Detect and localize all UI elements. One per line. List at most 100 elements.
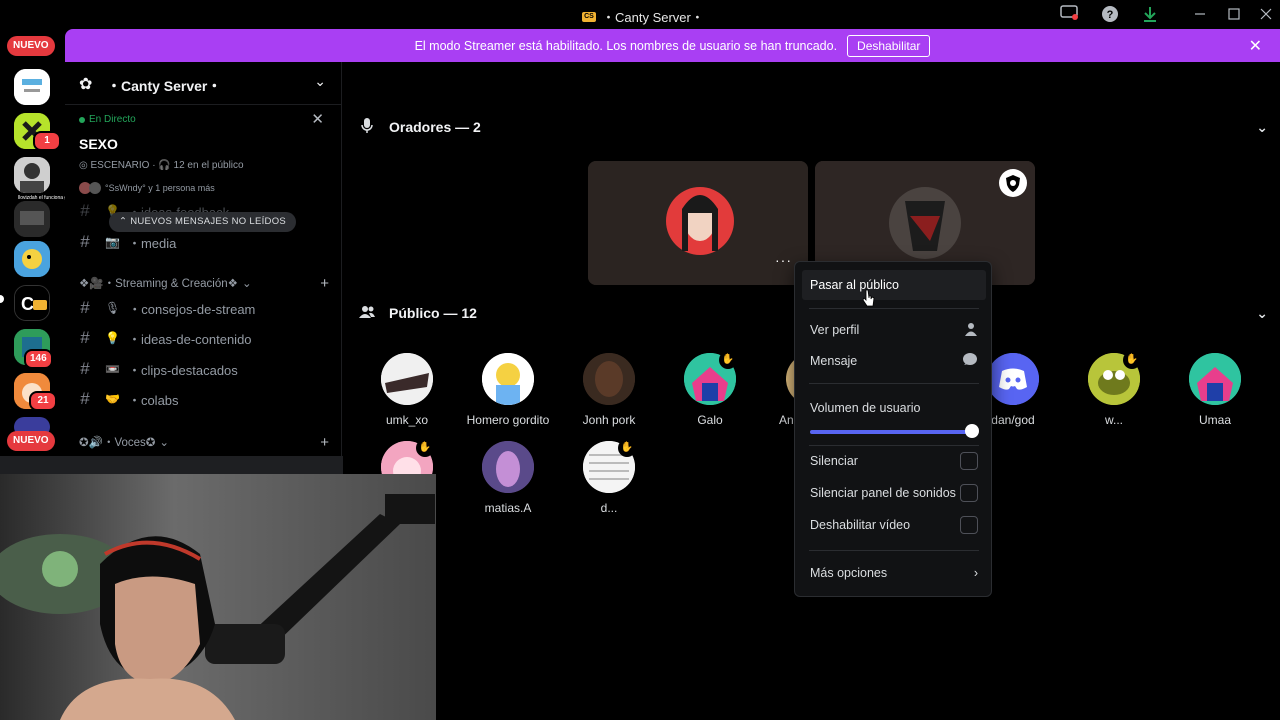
member-name: Umaa (1198, 413, 1231, 427)
server-icon-academy[interactable] (14, 69, 50, 105)
avatar (381, 353, 433, 405)
server-icon-person[interactable] (14, 157, 50, 193)
stage-people-text: °SsWndy° y 1 persona más (105, 183, 215, 193)
chevron-down-icon: ⌄ (159, 437, 170, 449)
audience-member[interactable]: Jonh pork (564, 353, 654, 427)
hash-icon: # (80, 359, 90, 378)
disable-video-checkbox[interactable] (960, 516, 978, 534)
avatar (1189, 353, 1241, 405)
audience-member[interactable]: Umaa (1170, 353, 1260, 427)
member-name: Jonh pork (582, 413, 636, 427)
audience-member[interactable]: ✋ Galo (665, 351, 755, 427)
webcam-video (0, 474, 436, 720)
moderator-shield-icon (999, 169, 1027, 197)
more-options-label: Más opciones (810, 566, 888, 580)
menu-divider (809, 308, 979, 309)
disable-video-label: Deshabilitar vídeo (810, 518, 911, 532)
download-icon[interactable] (1140, 5, 1160, 25)
mute-item[interactable]: Silenciar (802, 446, 986, 476)
view-profile-item[interactable]: Ver perfil (802, 315, 986, 345)
message-item[interactable]: Mensaje (802, 346, 986, 376)
audience-member[interactable]: ✋ d... (564, 439, 654, 515)
server-header[interactable]: ✿ ・Canty Server・ ⌄ (65, 62, 342, 105)
chevron-down-icon: ⌄ (241, 278, 252, 290)
channel-sidebar: ✿ ・Canty Server・ ⌄ En Directo ✕ SEXO ◎ E… (65, 62, 342, 474)
audience-member[interactable]: matias.A (463, 441, 553, 515)
streamer-mode-banner: El modo Streamer está habilitado. Los no… (65, 29, 1280, 62)
stage-people: °SsWndy° y 1 persona más (79, 182, 215, 194)
member-name: Galo (697, 413, 723, 427)
audience-member[interactable]: An (766, 353, 796, 427)
category-name: ❖🎥・Streaming & Creación❖ (79, 278, 238, 290)
mute-checkbox[interactable] (960, 452, 978, 470)
volume-slider-handle[interactable] (965, 424, 979, 438)
member-name: w... (1104, 413, 1123, 427)
channel-emoji: 🎙 (105, 301, 121, 315)
people-icon (358, 305, 376, 322)
close-icon[interactable]: ✕ (311, 110, 324, 128)
member-name: d... (600, 501, 618, 515)
server-icon-duck[interactable] (14, 241, 50, 277)
menu-divider (809, 383, 979, 384)
channel-consejos-de-stream[interactable]: # 🎙 ・consejos-de-stream (73, 294, 335, 322)
close-banner-icon[interactable]: ✕ (1249, 36, 1262, 56)
channel-emoji: 💡 (105, 331, 120, 345)
channel-media[interactable]: # 📷 ・media (73, 228, 335, 256)
chevron-down-icon[interactable]: ⌄ (1256, 305, 1268, 322)
member-name: Homero gordito (466, 413, 550, 427)
speakers-title: Oradores — 2 (389, 119, 481, 135)
more-options-icon[interactable]: ··· (775, 252, 792, 268)
member-name: matias.A (484, 501, 532, 515)
minimize-icon[interactable] (1190, 5, 1210, 25)
server-settings-icon[interactable]: ✿ (79, 74, 92, 94)
volume-slider[interactable] (810, 430, 973, 434)
channel-colabs[interactable]: # 🤝 ・colabs (73, 385, 335, 413)
mention-count: 1 (33, 131, 61, 151)
stage-title: SEXO (79, 136, 118, 152)
avatar (987, 353, 1039, 405)
category-voces[interactable]: ✪🔊・Voces✪ ⌄ + (79, 434, 329, 451)
disable-streamer-button[interactable]: Deshabilitar (847, 34, 931, 57)
new-badge: NUEVO (7, 36, 55, 56)
close-window-icon[interactable] (1256, 5, 1276, 25)
mouse-cursor-icon (862, 289, 876, 312)
move-to-audience-item[interactable]: Pasar al público (802, 270, 986, 300)
maximize-icon[interactable] (1224, 5, 1244, 25)
stage-live-card[interactable]: En Directo ✕ SEXO ◎ ESCENARIO · 🎧 12 en … (65, 105, 342, 201)
channel-clips-destacados[interactable]: # 📼 ・clips-destacados (73, 355, 335, 383)
audience-member[interactable]: ✋ w... (1069, 351, 1159, 427)
channel-emoji: 📼 (105, 362, 120, 376)
mute-soundboard-label: Silenciar panel de sonidos (810, 486, 956, 500)
microphone-icon (358, 117, 376, 137)
disable-video-item[interactable]: Deshabilitar vídeo (802, 510, 986, 540)
category-streaming[interactable]: ❖🎥・Streaming & Creación❖ ⌄ + (79, 275, 329, 292)
add-channel-icon[interactable]: + (320, 275, 329, 292)
speakers-header[interactable]: Oradores — 2 ⌄ (358, 115, 1268, 139)
audience-member[interactable]: umk_xo (362, 353, 452, 427)
audience-title: Público — 12 (389, 305, 477, 321)
server-name: ・Canty Server・ (107, 78, 222, 94)
hash-icon: # (80, 232, 90, 251)
screen-share-icon[interactable] (1059, 5, 1079, 25)
svg-text:C: C (21, 294, 34, 314)
svg-text:?: ? (1107, 9, 1114, 21)
category-name: ✪🔊・Voces✪ (79, 437, 156, 449)
voice-channel-row[interactable] (0, 456, 343, 474)
more-options-item[interactable]: Más opciones › (802, 558, 986, 588)
member-name: umk_xo (385, 413, 429, 427)
server-icon-canty[interactable]: C (14, 285, 50, 321)
stage-meta-text: ESCENARIO · 🎧 12 en el público (90, 160, 244, 171)
hash-icon: # (80, 298, 90, 317)
server-icon-stream[interactable] (14, 201, 50, 237)
user-volume-label: Volumen de usuario (810, 401, 921, 415)
raised-hand-icon: ✋ (719, 351, 737, 369)
add-channel-icon[interactable]: + (320, 434, 329, 451)
hash-icon: # (80, 389, 90, 408)
audience-member[interactable]: Homero gordito (463, 353, 553, 427)
channel-ideas-de-contenido[interactable]: # 💡 ・ideas-de-contenido (73, 324, 335, 352)
chevron-down-icon[interactable]: ⌄ (1256, 119, 1268, 136)
help-icon[interactable]: ? (1100, 5, 1120, 25)
mute-soundboard-item[interactable]: Silenciar panel de sonidos (802, 478, 986, 508)
mute-soundboard-checkbox[interactable] (960, 484, 978, 502)
channel-name: ・media (127, 235, 177, 251)
